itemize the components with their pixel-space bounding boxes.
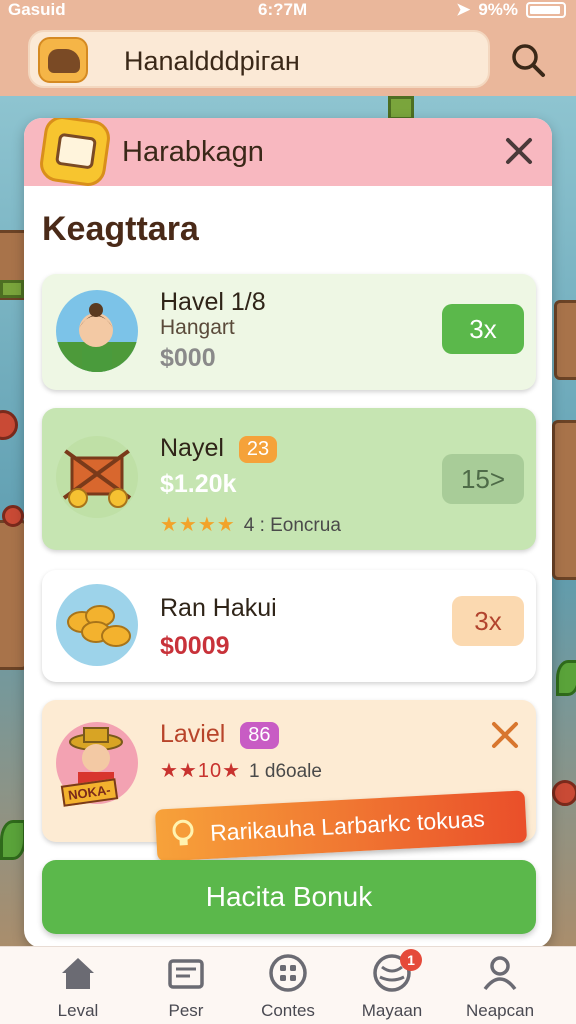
app-header: Hanaldddpiган xyxy=(0,22,576,96)
location-icon: ➤ xyxy=(456,0,471,19)
header-title: Hanaldddpiган xyxy=(124,46,300,76)
bottle-tag: 86 xyxy=(240,721,279,749)
section-title: Keagttara xyxy=(42,210,199,248)
item-name: Laviel 86 xyxy=(160,720,279,749)
farmer-avatar: NOKA- xyxy=(56,722,138,807)
star-rating: ★★★★ 4 : Eoncrua xyxy=(160,512,341,537)
coin-tag: 23 xyxy=(238,435,278,463)
item-name-text: Laviel xyxy=(160,720,226,748)
nav-label: Contes xyxy=(261,1001,315,1020)
grid-icon xyxy=(269,954,307,992)
item-name: Ran Hakui xyxy=(160,594,277,622)
lightbulb-icon xyxy=(172,819,194,846)
box-icon xyxy=(37,118,113,189)
notification-badge: 1 xyxy=(400,949,422,971)
nav-label: Pesr xyxy=(168,1001,204,1020)
bonus-button[interactable]: Hacita Bonuk xyxy=(42,860,536,934)
multiplier-button[interactable]: 3x xyxy=(442,304,524,354)
nav-label: Leval xyxy=(57,1001,99,1020)
multiplier-button[interactable]: 3x xyxy=(452,596,524,646)
item-price: $000 xyxy=(160,344,216,372)
nav-label: Mayaan xyxy=(361,1001,423,1020)
item-card[interactable]: Ran Hakui $0009 3x xyxy=(42,570,536,682)
modal-title: Harabkagn xyxy=(122,136,264,168)
profile-icon xyxy=(483,956,517,991)
nav-item-profile[interactable]: Neapcan xyxy=(450,953,550,1021)
nav-item-store[interactable]: Pesr xyxy=(136,953,236,1021)
nav-item-mayaan[interactable]: 1 Mayaan xyxy=(342,949,442,1021)
battery-percent: 9%% xyxy=(478,0,518,19)
close-icon[interactable] xyxy=(490,720,520,750)
item-card[interactable]: Havel 1/8 Hangart $000 3x xyxy=(42,274,536,390)
rating-note: 4 : Eoncrua xyxy=(243,515,341,536)
rating-note: 1 d6oale xyxy=(249,761,322,782)
nav-item-level[interactable]: Leval xyxy=(28,953,128,1021)
item-name: Nayel 23 xyxy=(160,434,278,463)
home-icon xyxy=(62,958,94,989)
close-icon[interactable] xyxy=(502,134,536,168)
modal-header: Harabkagn xyxy=(24,118,552,189)
stars-icons: ★★10★ xyxy=(160,760,242,782)
items-modal: Harabkagn Keagttara Havel 1/8 Hangart $0… xyxy=(24,118,552,948)
star-rating: ★★10★ 1 d6oale xyxy=(160,758,322,783)
item-card[interactable]: Nayel 23 $1.20k ★★★★ 4 : Eoncrua 15> xyxy=(42,408,536,550)
cart-avatar xyxy=(56,436,138,518)
status-bar: Gasuid 6:?7M ➤ 9%% xyxy=(0,0,576,22)
coins-avatar xyxy=(56,584,138,666)
nav-label: Neapcan xyxy=(465,1001,535,1020)
item-price: $1.20k xyxy=(160,470,237,498)
item-name: Havel 1/8 xyxy=(160,288,266,316)
search-icon[interactable] xyxy=(508,40,548,80)
item-name-text: Nayel xyxy=(160,434,224,462)
multiplier-button[interactable]: 15> xyxy=(442,454,524,504)
carrier-label: Gasuid xyxy=(8,0,66,19)
store-icon xyxy=(168,959,204,989)
clock: 6:?7M xyxy=(258,0,308,19)
header-search-bar[interactable]: Hanaldddpiган xyxy=(28,30,490,88)
boy-avatar xyxy=(56,290,138,372)
dog-app-icon[interactable] xyxy=(38,37,88,83)
bottom-nav: Leval Pesr Contes 1 Mayaan Neapcan xyxy=(0,946,576,1024)
stars-icons: ★★★★ xyxy=(160,514,236,536)
item-price: $0009 xyxy=(160,632,230,660)
toast-message: Rarikauha Larbarkc tokuas xyxy=(209,805,486,846)
item-subtitle: Hangart xyxy=(160,316,235,339)
nav-item-contests[interactable]: Contes xyxy=(238,953,338,1021)
battery-icon xyxy=(526,2,566,18)
